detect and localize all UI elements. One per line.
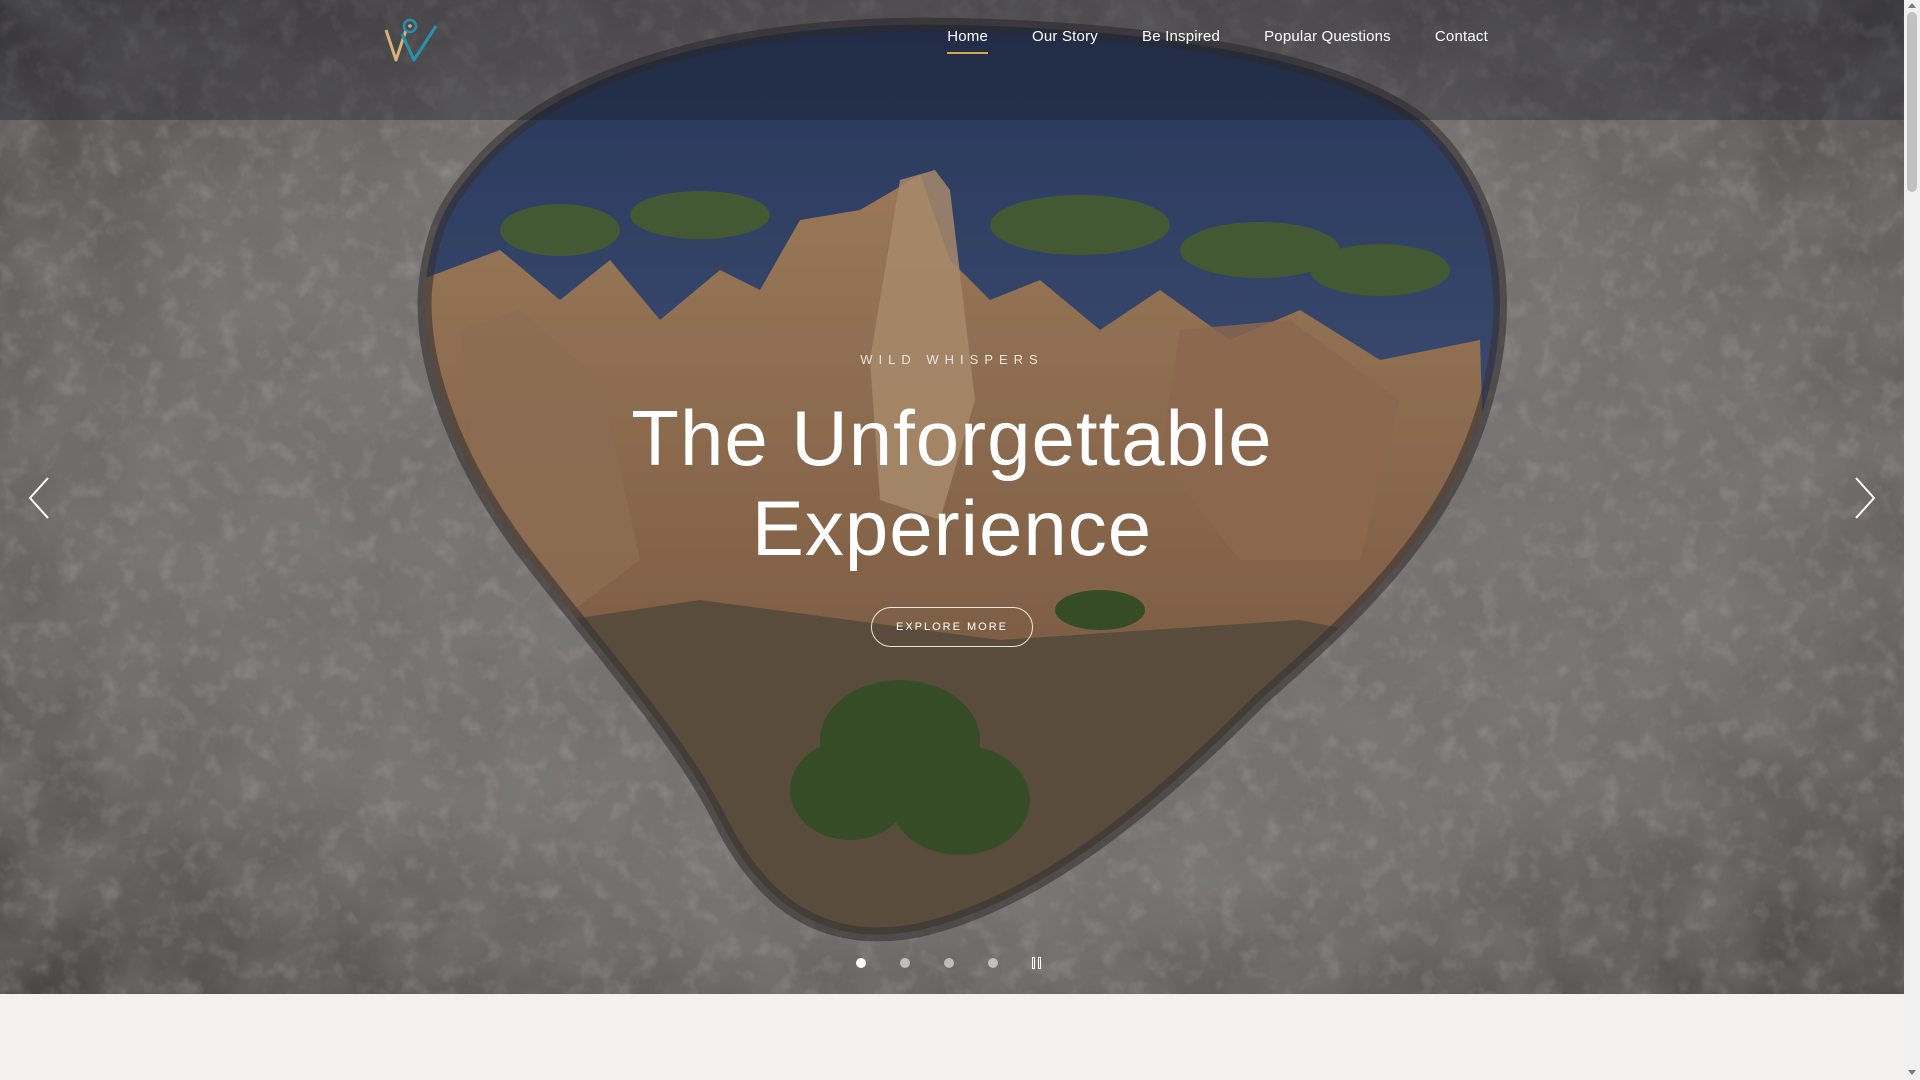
nav-item-be-inspired[interactable]: Be Inspired	[1120, 28, 1242, 45]
nav-item-contact[interactable]: Contact	[1413, 28, 1510, 45]
nav-item-popular-questions[interactable]: Popular Questions	[1242, 28, 1413, 45]
pause-icon[interactable]	[1032, 957, 1044, 969]
chevron-left-icon[interactable]	[26, 476, 52, 520]
slide-dot-1[interactable]	[856, 958, 866, 968]
chevron-right-icon[interactable]	[1852, 476, 1878, 520]
explore-more-button[interactable]: EXPLORE MORE	[870, 607, 1034, 647]
nav-item-home[interactable]: Home	[925, 28, 1010, 54]
logo-icon[interactable]	[384, 16, 440, 64]
hero-slideshow: Home Our Story Be Inspired Popular Quest…	[0, 0, 1904, 994]
hero-content: WILD WHISPERS The Unforgettable Experien…	[0, 352, 1904, 647]
hero-eyebrow: WILD WHISPERS	[860, 352, 1044, 367]
site-header: Home Our Story Be Inspired Popular Quest…	[0, 0, 1904, 84]
slide-dot-2[interactable]	[900, 958, 910, 968]
slide-dot-4[interactable]	[988, 958, 998, 968]
scrollbar-thumb[interactable]	[1907, 12, 1917, 192]
page-scrollbar[interactable]	[1904, 0, 1920, 1080]
scroll-up-icon[interactable]	[1908, 3, 1916, 8]
slide-dot-3[interactable]	[944, 958, 954, 968]
nav-item-our-story[interactable]: Our Story	[1010, 28, 1120, 45]
slide-pagination	[856, 957, 1044, 969]
scroll-down-icon[interactable]	[1908, 1070, 1916, 1075]
next-section	[0, 994, 1904, 1080]
page: Home Our Story Be Inspired Popular Quest…	[0, 0, 1920, 1080]
hero-headline: The Unforgettable Experience	[631, 394, 1273, 572]
main-nav: Home Our Story Be Inspired Popular Quest…	[925, 28, 1510, 54]
